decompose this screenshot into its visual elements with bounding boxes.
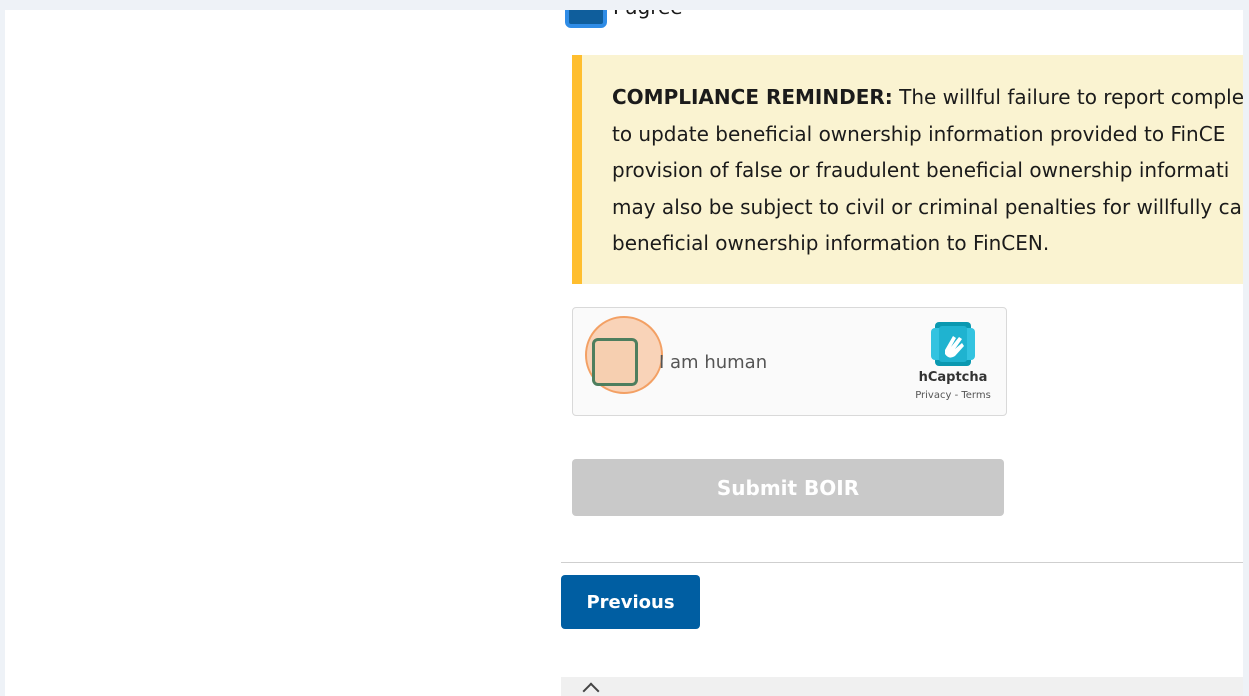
- submit-boir-button[interactable]: Submit BOIR: [572, 459, 1004, 516]
- captcha-label: I am human: [659, 352, 768, 373]
- compliance-line-5: beneficial ownership information to FinC…: [612, 231, 1050, 255]
- hcaptcha-logo-icon: [931, 322, 975, 366]
- agree-checkbox[interactable]: [565, 10, 607, 28]
- previous-button[interactable]: Previous: [561, 575, 700, 629]
- compliance-line-3: provision of false or fraudulent benefic…: [612, 158, 1230, 182]
- section-divider: [561, 562, 1243, 563]
- hcaptcha-brand: hCaptcha: [918, 370, 988, 385]
- compliance-line-4: may also be subject to civil or criminal…: [612, 194, 1242, 219]
- compliance-line-1: COMPLIANCE REMINDER: The willful failure…: [612, 85, 1243, 109]
- compliance-line-2: to update beneficial ownership informati…: [612, 121, 1226, 146]
- captcha-checkbox[interactable]: [592, 338, 638, 386]
- footer-strip: [561, 677, 1243, 696]
- hcaptcha-widget: I am human hCaptcha Privacy - Terms: [572, 307, 1007, 416]
- compliance-heading: COMPLIANCE REMINDER:: [612, 85, 893, 109]
- page-frame: I agree COMPLIANCE REMINDER: The willful…: [5, 10, 1243, 696]
- chevron-up-icon: [582, 682, 600, 696]
- agree-label: I agree: [613, 10, 683, 20]
- compliance-reminder-text: COMPLIANCE REMINDER: The willful failure…: [612, 79, 1243, 262]
- hcaptcha-privacy-terms-link[interactable]: Privacy - Terms: [893, 390, 1013, 401]
- compliance-reminder-alert: COMPLIANCE REMINDER: The willful failure…: [572, 55, 1243, 284]
